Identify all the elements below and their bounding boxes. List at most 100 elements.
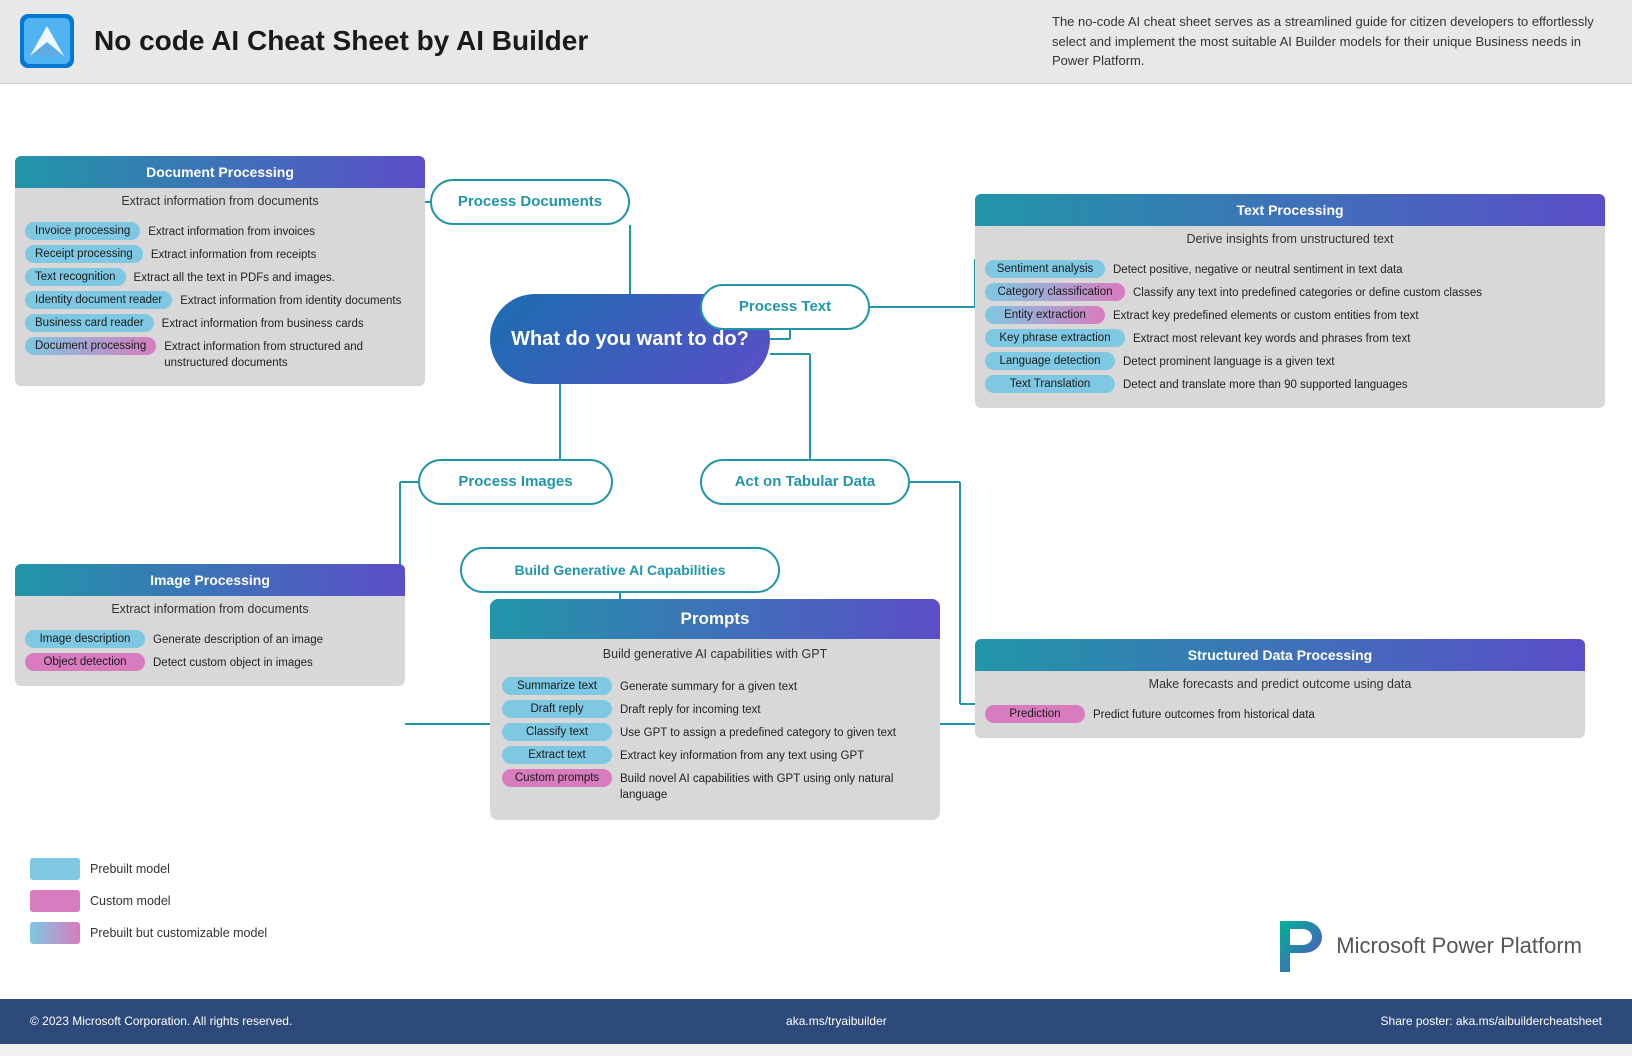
extract-tag: Extract text (502, 746, 612, 764)
legend-pink-box (30, 890, 80, 912)
texttrans-tag: Text Translation (985, 375, 1115, 393)
text-processing-header: Text Processing (975, 194, 1605, 226)
langdetect-tag: Language detection (985, 352, 1115, 370)
doc-processing-body: Invoice processing Extract information f… (15, 216, 425, 387)
text-recognition-tag: Text recognition (25, 268, 126, 286)
draftreply-desc: Draft reply for incoming text (620, 700, 761, 718)
list-item: Classify text Use GPT to assign a predef… (502, 723, 928, 741)
sentiment-desc: Detect positive, negative or neutral sen… (1113, 260, 1403, 278)
image-processing-box: Image Processing Extract information fro… (15, 564, 405, 686)
legend-gradient-box (30, 922, 80, 944)
structured-data-body: Prediction Predict future outcomes from … (975, 699, 1585, 738)
process-text-node: Process Text (700, 284, 870, 330)
text-recognition-desc: Extract all the text in PDFs and images. (134, 268, 335, 286)
process-images-node: Process Images (418, 459, 613, 505)
gen-ai-node: Build Generative AI Capabilities (460, 547, 780, 593)
page-title: No code AI Cheat Sheet by AI Builder (94, 25, 588, 57)
langdetect-desc: Detect prominent language is a given tex… (1123, 352, 1335, 370)
main-content: What do you want to do? Process Document… (0, 84, 1632, 1044)
sentiment-tag: Sentiment analysis (985, 260, 1105, 278)
aibuilder-logo (20, 14, 74, 68)
pp-label: Microsoft Power Platform (1336, 933, 1582, 959)
invoice-tag: Invoice processing (25, 222, 140, 240)
list-item: Object detection Detect custom object in… (25, 653, 395, 671)
legend-item-prebuilt: Prebuilt model (30, 858, 267, 880)
list-item: Text Translation Detect and translate mo… (985, 375, 1595, 393)
list-item: Custom prompts Build novel AI capabiliti… (502, 769, 928, 803)
text-processing-box: Text Processing Derive insights from uns… (975, 194, 1605, 409)
customprompts-desc: Build novel AI capabilities with GPT usi… (620, 769, 928, 803)
bizcard-desc: Extract information from business cards (162, 314, 364, 332)
customprompts-tag: Custom prompts (502, 769, 612, 787)
doc-processing-subtitle: Extract information from documents (15, 188, 425, 216)
list-item: Language detection Detect prominent lang… (985, 352, 1595, 370)
summarize-desc: Generate summary for a given text (620, 677, 797, 695)
list-item: Image description Generate description o… (25, 630, 395, 648)
doc-processing-header: Document Processing (15, 156, 425, 188)
legend-blue-box (30, 858, 80, 880)
structured-data-box: Structured Data Processing Make forecast… (975, 639, 1585, 738)
prompts-header: Prompts (490, 599, 940, 639)
classify-desc: Use GPT to assign a predefined category … (620, 723, 896, 741)
text-processing-subtitle: Derive insights from unstructured text (975, 226, 1605, 254)
keyphrase-desc: Extract most relevant key words and phra… (1133, 329, 1410, 347)
header: No code AI Cheat Sheet by AI Builder The… (0, 0, 1632, 84)
identity-desc: Extract information from identity docume… (180, 291, 401, 309)
list-item: Sentiment analysis Detect positive, nega… (985, 260, 1595, 278)
entity-desc: Extract key predefined elements or custo… (1113, 306, 1419, 324)
pp-icon (1272, 919, 1322, 974)
invoice-desc: Extract information from invoices (148, 222, 315, 240)
list-item: Text recognition Extract all the text in… (25, 268, 415, 286)
identity-tag: Identity document reader (25, 291, 172, 309)
receipt-tag: Receipt processing (25, 245, 143, 263)
classify-tag: Classify text (502, 723, 612, 741)
process-docs-node: Process Documents (430, 179, 630, 225)
list-item: Entity extraction Extract key predefined… (985, 306, 1595, 324)
legend-custom-label: Custom model (90, 894, 171, 908)
list-item: Document processing Extract information … (25, 337, 415, 371)
header-description: The no-code AI cheat sheet serves as a s… (1052, 12, 1612, 71)
keyphrase-tag: Key phrase extraction (985, 329, 1125, 347)
prompts-box: Prompts Build generative AI capabilities… (490, 599, 940, 821)
list-item: Receipt processing Extract information f… (25, 245, 415, 263)
bizcard-tag: Business card reader (25, 314, 154, 332)
footer: © 2023 Microsoft Corporation. All rights… (0, 999, 1632, 1044)
footer-share: Share poster: aka.ms/aibuildercheatsheet (1381, 1014, 1602, 1028)
imgdesc-desc: Generate description of an image (153, 630, 323, 648)
prompts-subtitle: Build generative AI capabilities with GP… (490, 639, 940, 669)
docproc-tag: Document processing (25, 337, 156, 355)
list-item: Summarize text Generate summary for a gi… (502, 677, 928, 695)
prompts-body: Summarize text Generate summary for a gi… (490, 669, 940, 821)
prediction-desc: Predict future outcomes from historical … (1093, 705, 1315, 723)
category-desc: Classify any text into predefined catego… (1133, 283, 1482, 301)
list-item: Business card reader Extract information… (25, 314, 415, 332)
list-item: Key phrase extraction Extract most relev… (985, 329, 1595, 347)
summarize-tag: Summarize text (502, 677, 612, 695)
list-item: Identity document reader Extract informa… (25, 291, 415, 309)
footer-link: aka.ms/tryaibuilder (786, 1014, 887, 1028)
receipt-desc: Extract information from receipts (151, 245, 317, 263)
act-tabular-node: Act on Tabular Data (700, 459, 910, 505)
footer-copyright: © 2023 Microsoft Corporation. All rights… (30, 1014, 292, 1028)
structured-data-subtitle: Make forecasts and predict outcome using… (975, 671, 1585, 699)
legend-item-customizable: Prebuilt but customizable model (30, 922, 267, 944)
entity-tag: Entity extraction (985, 306, 1105, 324)
texttrans-desc: Detect and translate more than 90 suppor… (1123, 375, 1408, 393)
prediction-tag: Prediction (985, 705, 1085, 723)
list-item: Category classification Classify any tex… (985, 283, 1595, 301)
legend-item-custom: Custom model (30, 890, 267, 912)
draftreply-tag: Draft reply (502, 700, 612, 718)
objdetect-desc: Detect custom object in images (153, 653, 313, 671)
list-item: Extract text Extract key information fro… (502, 746, 928, 764)
text-processing-body: Sentiment analysis Detect positive, nega… (975, 254, 1605, 409)
pp-logo-area: Microsoft Power Platform (1272, 919, 1582, 974)
objdetect-tag: Object detection (25, 653, 145, 671)
category-tag: Category classification (985, 283, 1125, 301)
imgdesc-tag: Image description (25, 630, 145, 648)
image-processing-subtitle: Extract information from documents (15, 596, 405, 624)
legend: Prebuilt model Custom model Prebuilt but… (30, 858, 267, 944)
list-item: Prediction Predict future outcomes from … (985, 705, 1575, 723)
image-processing-header: Image Processing (15, 564, 405, 596)
doc-processing-box: Document Processing Extract information … (15, 156, 425, 387)
structured-data-header: Structured Data Processing (975, 639, 1585, 671)
